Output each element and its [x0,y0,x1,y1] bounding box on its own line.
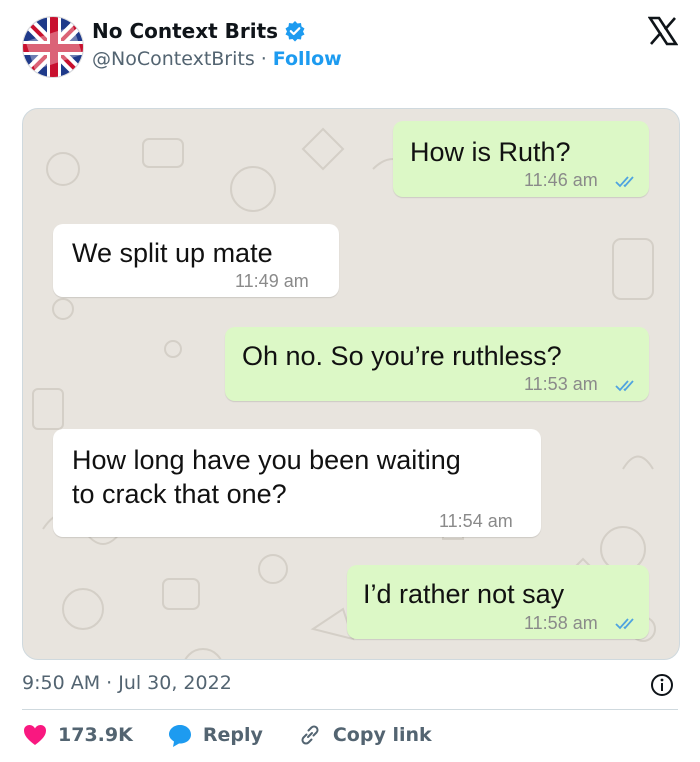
reply-label: Reply [202,724,263,746]
verified-badge-icon [285,21,305,42]
chat-image: How is Ruth? 11:46 am We split up mate 1… [22,108,680,660]
divider [22,709,678,710]
tweet-timestamp[interactable]: 9:50 AM · Jul 30, 2022 [22,672,232,694]
message-text: I’d rather not say [363,579,565,609]
message-text: How is Ruth? [410,137,571,167]
message-bubble-received[interactable]: We split up mate 11:49 am [53,224,339,297]
link-icon [301,725,319,745]
copy-link-label: Copy link [332,724,432,746]
message-bubble-sent[interactable]: Oh no. So you’re ruthless? 11:53 am [225,327,649,401]
display-name[interactable]: No Context Brits [92,19,278,43]
message-text: We split up mate [72,238,273,268]
heart-icon [24,725,46,745]
message-text: Oh no. So you’re ruthless? [242,341,562,371]
message-bubble-sent[interactable]: How is Ruth? 11:46 am [393,121,649,197]
handle[interactable]: @NoContextBrits [92,48,255,70]
message-time: 11:49 am [235,271,309,291]
follow-button[interactable]: Follow [273,48,342,70]
message-time: 11:58 am [524,613,598,633]
avatar[interactable] [22,16,84,78]
message-time: 11:46 am [524,170,598,190]
message-text: How long have you been waiting to crack … [72,445,461,509]
read-receipt-icon [615,618,634,630]
tweet-header: No Context Brits @NoContextBrits · Follo… [0,0,700,96]
message-time: 11:53 am [524,374,598,394]
reply-bubble-icon [168,725,191,747]
handle-separator: · [260,48,267,70]
read-receipt-icon [615,176,634,188]
x-logo-icon[interactable] [648,16,678,46]
avatar-flag-icon [23,17,83,77]
copy-link-button[interactable]: Copy link [297,722,432,748]
message-bubble-received[interactable]: How long have you been waiting to crack … [53,429,541,537]
like-button[interactable]: 173.9K [22,722,133,748]
reply-button[interactable]: Reply [167,722,263,748]
info-icon[interactable] [650,673,674,697]
tweet-actions: 173.9K Reply Copy link [22,720,466,750]
message-time: 11:54 am [439,511,513,531]
like-count: 173.9K [58,724,133,746]
read-receipt-icon [615,380,634,392]
message-bubble-sent[interactable]: I’d rather not say 11:58 am [347,565,649,639]
